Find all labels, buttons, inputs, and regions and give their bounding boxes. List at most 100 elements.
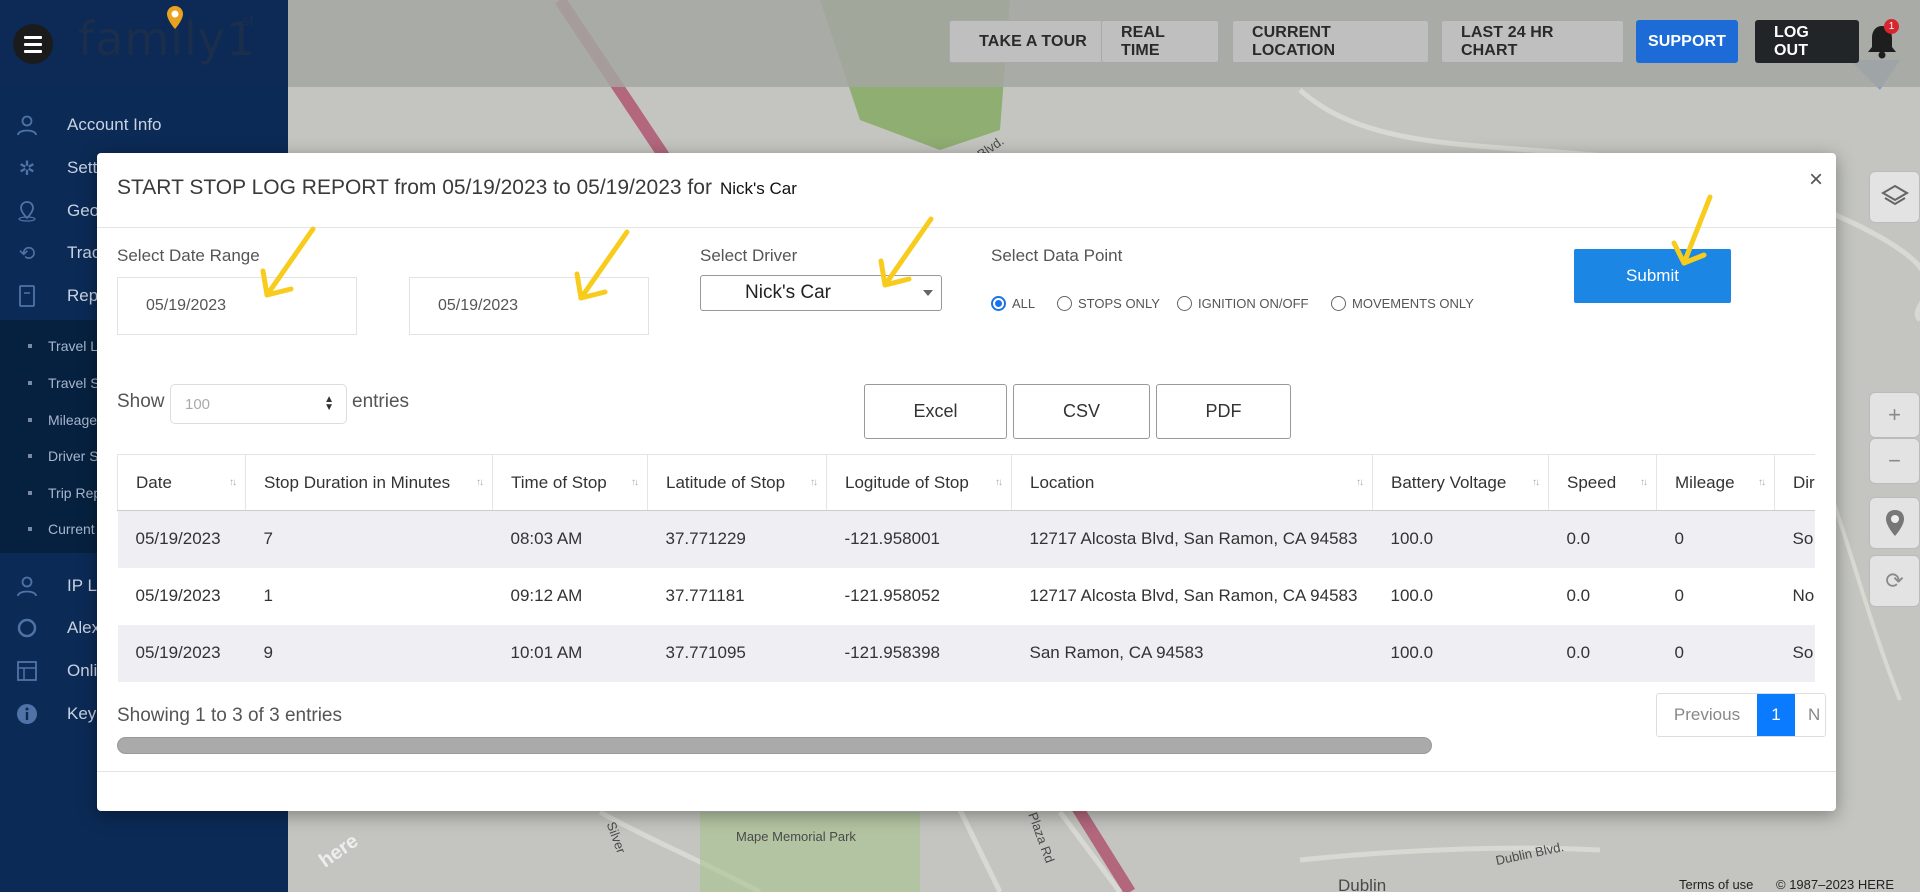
- radio-ignition-on-off[interactable]: IGNITION ON/OFF: [1177, 296, 1309, 311]
- modal-title-vehicle: Nick's Car: [719, 179, 797, 198]
- brand-logo-sup: st: [242, 12, 254, 29]
- column-header[interactable]: Mileage ↑↓: [1656, 454, 1775, 511]
- table-cell: -121.958052: [826, 567, 1012, 625]
- column-header-label: Logitude of Stop: [845, 472, 969, 492]
- submenu-item-travel-summary[interactable]: Travel S: [28, 368, 100, 398]
- csv-export-button[interactable]: CSV: [1013, 384, 1150, 439]
- submenu-item-travel-log[interactable]: Travel L: [28, 331, 98, 361]
- sort-icon: ↑↓: [1356, 477, 1364, 488]
- take-a-tour-button[interactable]: TAKE A TOUR: [949, 20, 1117, 63]
- table-info-text: Showing 1 to 3 of 3 entries: [117, 705, 342, 726]
- sidebar-item-label: Rep: [67, 286, 99, 305]
- table-cell: 9: [245, 624, 493, 682]
- submenu-item-mileage[interactable]: Mileage: [28, 405, 97, 435]
- layers-icon: [1880, 184, 1909, 206]
- radio-label: MOVEMENTS ONLY: [1352, 296, 1474, 311]
- table-cell: 7: [245, 510, 493, 568]
- radio-all[interactable]: ALL: [991, 296, 1035, 311]
- bullet-icon: [28, 418, 32, 422]
- data-point-label: Select Data Point: [991, 246, 1123, 265]
- table-cell: 12717 Alcosta Blvd, San Ramon, CA 94583: [1011, 510, 1373, 568]
- horizontal-scrollbar[interactable]: [117, 737, 1432, 754]
- log-out-button[interactable]: LOG OUT: [1755, 20, 1859, 63]
- table-cell: 0: [1656, 567, 1775, 625]
- terms-of-use-link[interactable]: Terms of use: [1679, 877, 1753, 892]
- annotation-arrow-icon: [260, 226, 316, 298]
- sort-icon: ↑↓: [1640, 477, 1648, 488]
- hamburger-menu-button[interactable]: [13, 24, 53, 64]
- annotation-arrow-icon: [878, 216, 934, 288]
- sort-icon: ↑↓: [1758, 477, 1766, 488]
- radio-unchecked-icon: [1331, 296, 1346, 311]
- submenu-item-current[interactable]: Current: [28, 514, 95, 544]
- table-cell: 05/19/2023: [117, 624, 246, 682]
- table-cell: So: [1774, 624, 1815, 682]
- column-header[interactable]: Logitude of Stop ↑↓: [826, 454, 1012, 511]
- next-page-button[interactable]: N: [1795, 694, 1825, 736]
- table-cell: 0: [1656, 624, 1775, 682]
- submenu-item-label: Travel S: [48, 375, 100, 391]
- map-layers-button[interactable]: [1869, 171, 1920, 223]
- page-1-button[interactable]: 1: [1757, 694, 1795, 736]
- locate-button[interactable]: [1869, 497, 1920, 549]
- previous-page-button[interactable]: Previous: [1657, 694, 1757, 736]
- location-icon: [14, 198, 40, 224]
- divider: [97, 227, 1836, 228]
- bullet-icon: [28, 454, 32, 458]
- refresh-map-button[interactable]: ⟳: [1869, 555, 1920, 607]
- column-header[interactable]: Dir: [1774, 454, 1815, 511]
- notification-badge: 1: [1884, 19, 1899, 34]
- zoom-in-button[interactable]: +: [1869, 392, 1920, 438]
- support-button[interactable]: SUPPORT: [1636, 20, 1738, 63]
- date-range-label: Select Date Range: [117, 246, 260, 265]
- report-table-container[interactable]: Date ↑↓ Stop Duration in Minutes ↑↓ Time o…: [117, 454, 1815, 684]
- logo-pin-icon: [167, 6, 183, 29]
- bullet-icon: [28, 344, 32, 348]
- sidebar-item-account-info[interactable]: Account Info: [0, 105, 288, 145]
- sidebar-item-label: Alex: [67, 618, 101, 637]
- zoom-out-button[interactable]: −: [1869, 438, 1920, 484]
- table-cell: 100.0: [1372, 510, 1549, 568]
- column-header[interactable]: Speed ↑↓: [1548, 454, 1657, 511]
- radio-unchecked-icon: [1177, 296, 1192, 311]
- table-cell: -121.958001: [826, 510, 1012, 568]
- table-cell: 08:03 AM: [492, 510, 648, 568]
- column-header[interactable]: Time of Stop ↑↓: [492, 454, 648, 511]
- report-icon: [14, 283, 40, 309]
- table-cell: 09:12 AM: [492, 567, 648, 625]
- excel-export-button[interactable]: Excel: [864, 384, 1007, 439]
- updown-arrows-icon: ▲ ▼: [324, 394, 334, 413]
- column-header-label: Mileage: [1675, 472, 1735, 492]
- table-cell: 0.0: [1548, 624, 1657, 682]
- column-header[interactable]: Stop Duration in Minutes ↑↓: [245, 454, 493, 511]
- radio-unchecked-icon: [1057, 296, 1072, 311]
- close-icon[interactable]: ×: [1809, 166, 1823, 194]
- table-cell: 10:01 AM: [492, 624, 648, 682]
- sidebar-item-label: Account Info: [67, 115, 162, 134]
- current-location-button[interactable]: CURRENT LOCATION: [1232, 20, 1429, 63]
- column-header[interactable]: Latitude of Stop ↑↓: [647, 454, 827, 511]
- modal-title: START STOP LOG REPORT from 05/19/2023 to…: [117, 176, 797, 200]
- submenu-item-driver[interactable]: Driver S: [28, 441, 99, 471]
- column-header[interactable]: Date ↑↓: [117, 454, 246, 511]
- entries-per-page-select[interactable]: 100 ▲ ▼: [170, 384, 347, 424]
- show-label: Show: [117, 391, 165, 412]
- sidebar-item-label: Onli: [67, 661, 98, 680]
- table-cell: 37.771095: [647, 624, 827, 682]
- divider: [97, 771, 1836, 772]
- submenu-item-label: Driver S: [48, 448, 99, 464]
- radio-stops-only[interactable]: STOPS ONLY: [1057, 296, 1160, 311]
- real-time-button[interactable]: REAL TIME: [1101, 20, 1219, 63]
- submenu-item-trip-report[interactable]: Trip Rep: [28, 478, 101, 508]
- history-icon: ⟲: [18, 242, 36, 265]
- last-24hr-chart-button[interactable]: LAST 24 HR CHART: [1441, 20, 1624, 63]
- radio-label: IGNITION ON/OFF: [1198, 296, 1309, 311]
- table-row: 05/19/2023 1 09:12 AM 37.771181 -121.958…: [117, 567, 1815, 625]
- table-cell: 37.771229: [647, 510, 827, 568]
- map-copyright: © 1987–2023 HERE: [1776, 877, 1894, 892]
- column-header-label: Battery Voltage: [1391, 472, 1507, 492]
- column-header[interactable]: Location ↑↓: [1011, 454, 1373, 511]
- pdf-export-button[interactable]: PDF: [1156, 384, 1291, 439]
- radio-movements-only[interactable]: MOVEMENTS ONLY: [1331, 296, 1474, 311]
- column-header[interactable]: Battery Voltage ↑↓: [1372, 454, 1549, 511]
